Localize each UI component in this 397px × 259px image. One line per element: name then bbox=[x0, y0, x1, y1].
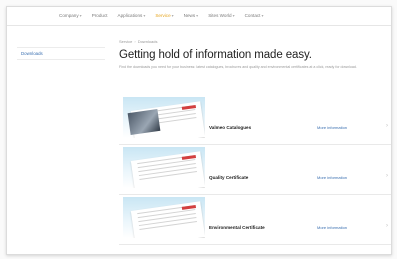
breadcrumb-separator: › bbox=[134, 39, 136, 44]
nav-item-company[interactable]: Company▾ bbox=[59, 13, 82, 18]
chevron-right-icon[interactable]: › bbox=[386, 223, 388, 229]
top-navigation-list: Company▾ Product Applications▾ Service▾ … bbox=[59, 13, 263, 18]
catalogue-brochure-image bbox=[123, 97, 205, 138]
certificate-document-image bbox=[123, 197, 205, 238]
breadcrumb-current: Downloads bbox=[137, 39, 158, 44]
intro-text: Find the downloads you need for your bus… bbox=[119, 65, 357, 69]
more-information-link[interactable]: More information bbox=[317, 175, 347, 180]
nav-item-applications[interactable]: Applications▾ bbox=[118, 13, 146, 18]
chevron-down-icon: ▾ bbox=[171, 13, 174, 18]
download-card-catalogues[interactable]: Valmeo Catalogues More information › bbox=[119, 97, 391, 145]
download-card-quality-certificate[interactable]: Quality Certificate More information › bbox=[119, 147, 391, 195]
page-title: Getting hold of information made easy. bbox=[119, 49, 312, 61]
chevron-down-icon: ▾ bbox=[143, 13, 146, 18]
certificate-document-image bbox=[123, 147, 205, 188]
breadcrumb: Service › Downloads bbox=[119, 39, 389, 44]
top-navigation: Company▾ Product Applications▾ Service▾ … bbox=[7, 7, 391, 26]
main-content: Service › Downloads Getting hold of inform… bbox=[119, 39, 389, 70]
chevron-down-icon: ▾ bbox=[232, 13, 235, 18]
nav-item-service[interactable]: Service▾ bbox=[155, 13, 173, 18]
browser-page: Company▾ Product Applications▾ Service▾ … bbox=[6, 6, 392, 255]
nav-item-contact[interactable]: Contact▾ bbox=[245, 13, 264, 18]
card-title: Valmeo Catalogues bbox=[209, 125, 252, 130]
card-title: Environmental Certificate bbox=[209, 225, 265, 230]
chevron-right-icon[interactable]: › bbox=[386, 173, 388, 179]
nav-item-sites-world[interactable]: Sites World▾ bbox=[208, 13, 234, 18]
chevron-down-icon: ▾ bbox=[196, 13, 199, 18]
nav-item-product[interactable]: Product bbox=[92, 13, 108, 18]
chevron-down-icon: ▾ bbox=[261, 13, 264, 18]
chevron-right-icon[interactable]: › bbox=[386, 123, 388, 129]
sidebar-item-downloads[interactable]: Downloads bbox=[17, 47, 105, 60]
card-title: Quality Certificate bbox=[209, 175, 249, 180]
download-card-environmental-certificate[interactable]: Environmental Certificate More informati… bbox=[119, 197, 391, 245]
more-information-link[interactable]: More information bbox=[317, 125, 347, 130]
breadcrumb-link-service[interactable]: Service bbox=[119, 39, 132, 44]
more-information-link[interactable]: More information bbox=[317, 225, 347, 230]
sidebar: Downloads bbox=[17, 47, 105, 60]
chevron-down-icon: ▾ bbox=[79, 13, 82, 18]
nav-item-news[interactable]: News▾ bbox=[184, 13, 199, 18]
